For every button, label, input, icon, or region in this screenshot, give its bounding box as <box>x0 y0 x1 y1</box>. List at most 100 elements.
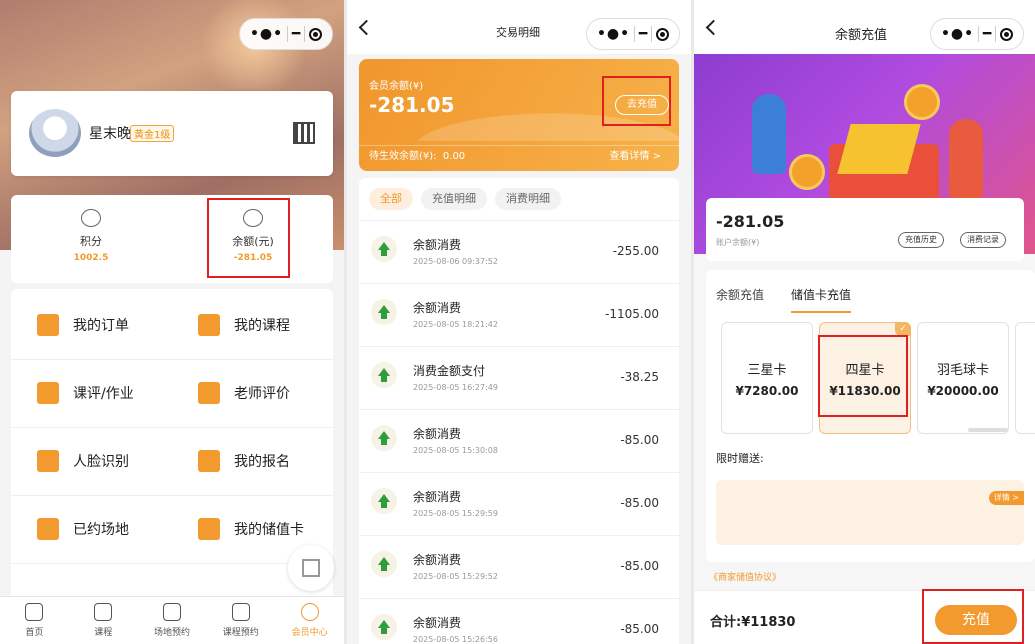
page-title: 交易明细 <box>496 26 540 39</box>
miniprogram-capsule[interactable]: •●• ━ <box>930 18 1024 50</box>
menu-item-face-recognition[interactable]: 人脸识别 <box>11 427 172 495</box>
transaction-amount: -85.00 <box>620 559 659 573</box>
card-option-partial[interactable] <box>1015 322 1035 434</box>
list-item[interactable]: 余额消费 2025-08-05 15:26:56 -85.00 <box>359 598 679 644</box>
total-value: ¥11830 <box>741 615 796 630</box>
balance-label: 账户余额(¥) <box>716 238 760 247</box>
recharge-history-button[interactable]: 充值历史 <box>898 232 944 248</box>
filter-all[interactable]: 全部 <box>369 188 413 210</box>
miniprogram-capsule[interactable]: •●• ━ <box>586 18 680 50</box>
card-name: 羽毛球卡 <box>936 363 989 378</box>
bottom-tab-bar: 首页 课程 场地预约 课程预约 会员中心 <box>0 596 344 644</box>
close-icon[interactable] <box>309 27 322 41</box>
card-name: 三星卡 <box>747 363 787 378</box>
balance-recharge-screen: 余额充值 •●• ━ -281.05 账户余额(¥) 充值历史 消费记录 余额充… <box>694 0 1035 644</box>
list-item[interactable]: 余额消费 2025-08-05 15:29:52 -85.00 <box>359 535 679 598</box>
minimize-icon[interactable]: ━ <box>983 26 991 42</box>
floating-qr-button[interactable] <box>288 545 334 591</box>
balance-label: 会员余额(¥) <box>369 81 424 92</box>
transaction-amount: -255.00 <box>612 244 659 258</box>
flag-icon <box>198 450 220 472</box>
card-icon <box>198 518 220 540</box>
more-icon[interactable]: •●• <box>250 26 283 42</box>
transaction-amount: -85.00 <box>620 622 659 636</box>
list-item[interactable]: 余额消费 2025-08-05 18:21:42 -1105.00 <box>359 283 679 346</box>
card-option[interactable]: 三星卡 ¥7280.00 <box>721 322 813 434</box>
tab-courses[interactable]: 课程 <box>69 597 138 644</box>
user-card: 星末晚 黄金1级 <box>11 91 333 176</box>
back-icon[interactable] <box>705 19 722 36</box>
qr-code-icon[interactable] <box>293 122 315 144</box>
filter-consume[interactable]: 消费明细 <box>495 188 561 210</box>
tab-member-center[interactable]: 会员中心 <box>275 597 344 644</box>
transaction-amount: -85.00 <box>620 496 659 510</box>
user-name: 星末晚 <box>89 126 131 142</box>
menu-item-reviews[interactable]: 课评/作业 <box>11 359 172 427</box>
menu-item-registrations[interactable]: 我的报名 <box>172 427 333 495</box>
highlight-box <box>602 76 671 126</box>
consume-records-button[interactable]: 消费记录 <box>960 232 1006 248</box>
arrow-up-icon <box>371 362 397 388</box>
transaction-list: 全部 充值明细 消费明细 余额消费 2025-08-06 09:37:52 -255… <box>359 178 679 644</box>
bag-icon <box>94 603 113 621</box>
tab-label: 会员中心 <box>291 628 328 638</box>
pending-value: 0.00 <box>442 151 466 162</box>
gift-box: 详情 > <box>716 480 1024 545</box>
order-icon <box>37 314 59 336</box>
tab-label: 场地预约 <box>153 628 190 638</box>
arrow-up-icon <box>371 425 397 451</box>
points-value: 1002.5 <box>73 253 109 263</box>
card-scrollbar[interactable] <box>968 428 1008 432</box>
pending-label: 待生效余额(¥): <box>369 151 437 162</box>
transaction-name: 余额消费 <box>413 238 462 252</box>
menu-item-booked-venues[interactable]: 已约场地 <box>11 495 172 563</box>
menu-item-courses[interactable]: 我的课程 <box>172 291 333 359</box>
list-item[interactable]: 消费金额支付 2025-08-05 16:27:49 -38.25 <box>359 346 679 409</box>
back-icon[interactable] <box>358 19 375 36</box>
agreement-link[interactable]: 《商家储值协议》 <box>709 570 781 583</box>
list-item[interactable]: 余额消费 2025-08-05 15:30:08 -85.00 <box>359 409 679 472</box>
menu-label: 我的储值卡 <box>234 522 304 538</box>
card-option[interactable]: 羽毛球卡 ¥20000.00 <box>917 322 1009 434</box>
list-item[interactable]: 余额消费 2025-08-05 15:29:59 -85.00 <box>359 472 679 535</box>
more-icon[interactable]: •●• <box>941 26 974 42</box>
menu-label: 已约场地 <box>73 522 129 538</box>
miniprogram-capsule[interactable]: •●• ━ <box>239 18 333 50</box>
menu-item-orders[interactable]: 我的订单 <box>11 291 172 359</box>
close-icon[interactable] <box>656 27 669 41</box>
balance-amount: -281.05 <box>716 212 785 231</box>
minimize-icon[interactable]: ━ <box>639 26 647 42</box>
pending-balance-row: 待生效余额(¥): 0.00 查看详情 > <box>359 145 679 171</box>
tab-home[interactable]: 首页 <box>0 597 69 644</box>
book-icon <box>37 382 59 404</box>
transaction-time: 2025-08-05 15:29:59 <box>413 509 498 518</box>
more-icon[interactable]: •●• <box>597 26 630 42</box>
minimize-icon[interactable]: ━ <box>292 26 300 42</box>
avatar[interactable] <box>29 109 81 157</box>
menu-label: 我的报名 <box>234 454 290 470</box>
list-item[interactable]: 余额消费 2025-08-06 09:37:52 -255.00 <box>359 220 679 283</box>
transaction-time: 2025-08-05 18:21:42 <box>413 320 498 329</box>
transaction-time: 2025-08-06 09:37:52 <box>413 257 498 266</box>
tab-venue-booking[interactable]: 场地预约 <box>138 597 207 644</box>
gift-label: 限时赠送: <box>716 452 764 465</box>
view-details-link[interactable]: 查看详情 > <box>609 146 661 168</box>
coins-icon <box>81 209 101 227</box>
close-icon[interactable] <box>1000 27 1013 41</box>
arrow-up-icon <box>371 488 397 514</box>
balance-amount: -281.05 <box>369 93 455 117</box>
menu-grid: 我的订单 我的课程 课评/作业 老师评价 人脸识别 我的报名 已约场地 我的储值… <box>11 289 333 609</box>
menu-label: 我的课程 <box>234 318 290 334</box>
arrow-up-icon <box>371 299 397 325</box>
star-icon <box>198 382 220 404</box>
tab-label: 首页 <box>25 628 44 638</box>
transaction-amount: -85.00 <box>620 433 659 447</box>
points-stat[interactable]: 积分 1002.5 <box>31 209 151 263</box>
filter-recharge[interactable]: 充值明细 <box>421 188 487 210</box>
details-button[interactable]: 详情 > <box>988 491 1024 505</box>
tab-course-booking[interactable]: 课程预约 <box>206 597 275 644</box>
menu-item-teacher-rating[interactable]: 老师评价 <box>172 359 333 427</box>
tab-card-recharge[interactable]: 储值卡充值 <box>791 286 852 313</box>
filter-chips: 全部 充值明细 消费明细 <box>369 188 561 210</box>
tab-balance-recharge[interactable]: 余额充值 <box>716 286 764 303</box>
